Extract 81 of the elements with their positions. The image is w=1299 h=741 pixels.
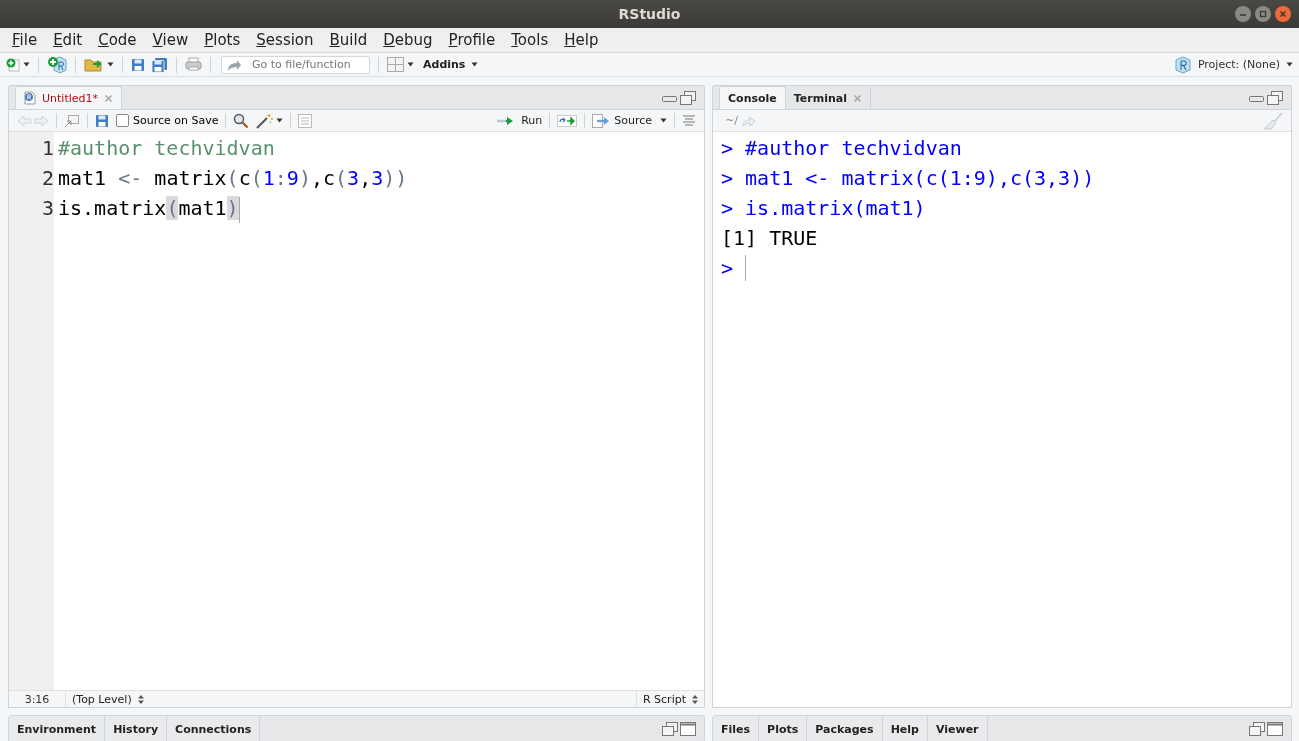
r-project-icon[interactable] [1173, 55, 1192, 74]
pane-tab[interactable]: Environment [9, 716, 106, 741]
menu-item[interactable]: File [4, 31, 46, 49]
code-line: mat1 <- matrix(c(1:9),c(3,3)) [58, 166, 408, 190]
caret-icon [660, 118, 667, 123]
console-command-text: mat1 <- matrix(c(1:9),c(3,3)) [745, 165, 1095, 192]
menu-item[interactable]: Help [556, 31, 607, 49]
restore-icon[interactable] [1249, 722, 1265, 736]
document-outline-icon[interactable] [298, 113, 313, 128]
code-line: is.matrix(mat1) [58, 196, 239, 220]
updown-icon [692, 694, 698, 704]
menu-item[interactable]: Session [248, 31, 322, 49]
editor-tab[interactable]: Untitled1* [15, 86, 122, 109]
maximize-icon[interactable] [1267, 722, 1283, 736]
maximize-window-button[interactable] [1255, 6, 1271, 22]
menu-item[interactable]: Tools [503, 31, 557, 49]
maximize-icon [1259, 10, 1267, 18]
rerun-icon[interactable] [557, 114, 578, 127]
console-tab[interactable]: Console [719, 86, 786, 109]
restore-icon[interactable] [680, 90, 696, 105]
line-number: 1 [40, 135, 54, 162]
console-prompt: > [721, 195, 734, 222]
run-button[interactable]: Run [497, 114, 543, 127]
save-icon[interactable] [131, 57, 145, 72]
cursor-position: 3:16 [9, 691, 66, 707]
console-command-text: is.matrix(mat1) [745, 195, 926, 222]
r-file-icon [24, 91, 36, 105]
menu-item[interactable]: Code [90, 31, 145, 49]
project-button[interactable]: Project: (None) [1173, 55, 1293, 74]
line-number: 3 [40, 195, 54, 222]
close-tab-icon[interactable] [853, 93, 862, 103]
working-directory: ~/ [725, 114, 738, 127]
minimize-window-button[interactable] [1235, 6, 1251, 22]
save-icon[interactable] [95, 113, 109, 128]
maximize-icon[interactable] [680, 722, 696, 736]
updown-icon [137, 694, 144, 704]
text-cursor [238, 196, 240, 223]
file-type-selector[interactable]: R Script [635, 691, 704, 707]
search-icon[interactable] [233, 112, 250, 129]
console-command-text: #author techvidvan [745, 135, 962, 162]
menu-item[interactable]: Plots [196, 31, 249, 49]
pane-layout-icon[interactable] [387, 57, 404, 72]
caret-icon [407, 62, 414, 67]
close-icon [1279, 10, 1287, 18]
close-window-button[interactable] [1275, 6, 1291, 22]
save-all-icon[interactable] [151, 56, 168, 73]
source-arrow-icon [592, 113, 611, 128]
caret-icon [1286, 62, 1293, 67]
menu-item[interactable]: Debug [375, 31, 441, 49]
text-cursor [745, 255, 747, 281]
print-icon[interactable] [185, 57, 202, 72]
source-button[interactable]: Source [592, 113, 667, 128]
new-file-icon[interactable] [6, 57, 20, 72]
magic-wand-icon[interactable] [256, 112, 275, 129]
console-prompt: > [721, 255, 734, 282]
menu-item[interactable]: Build [321, 31, 376, 49]
caret-icon [23, 62, 30, 67]
addins-button[interactable]: Addins [420, 58, 482, 71]
code-line: #author techvidvan [58, 136, 275, 160]
folder-icon[interactable] [84, 56, 104, 73]
line-number: 2 [40, 165, 54, 192]
scope-selector[interactable]: (Top Level) [66, 692, 150, 706]
outline-lines-icon[interactable] [682, 114, 696, 127]
menu-item[interactable]: View [144, 31, 197, 49]
restore-icon[interactable] [662, 722, 678, 736]
caret-icon [107, 62, 114, 67]
caret-icon [471, 62, 479, 67]
console-prompt: > [721, 165, 734, 192]
menu-item[interactable]: Edit [45, 31, 91, 49]
console-prompt: > [721, 135, 734, 162]
go-to-file-field[interactable]: Go to file/function [221, 55, 370, 74]
restore-icon[interactable] [1267, 90, 1283, 105]
caret-icon [276, 118, 284, 123]
new-project-icon[interactable] [47, 55, 67, 74]
pane-tab[interactable]: Files [713, 716, 760, 741]
menu-item[interactable]: Profile [440, 31, 504, 49]
source-on-save-checkbox[interactable]: Source on Save [116, 114, 219, 127]
window-title: RStudio [618, 6, 681, 22]
close-tab-icon[interactable] [104, 93, 113, 103]
show-in-window-icon[interactable] [64, 113, 80, 128]
console-output: [1] TRUE [721, 226, 818, 250]
